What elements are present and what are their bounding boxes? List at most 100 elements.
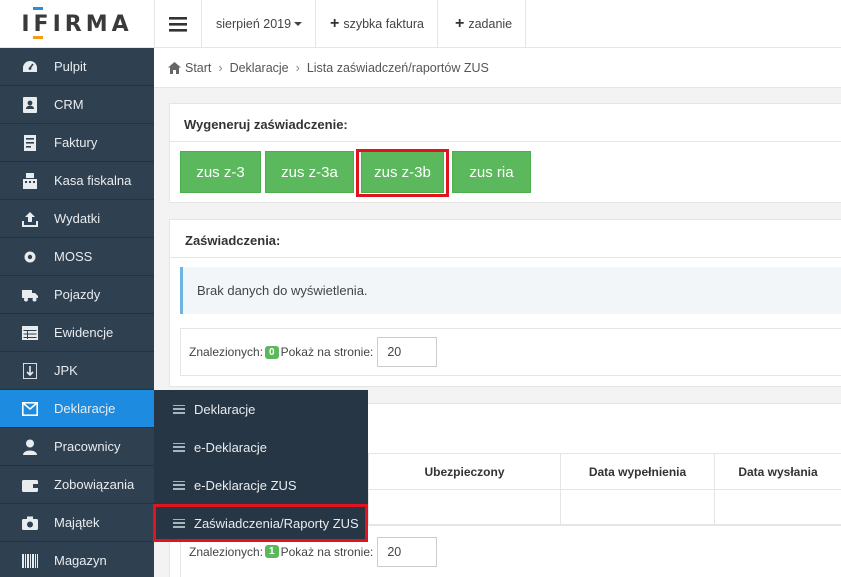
camera-icon (22, 515, 38, 531)
sidebar-item-magazyn[interactable]: Magazyn (0, 542, 154, 577)
zus-z3a-button[interactable]: zus z-3a (265, 151, 354, 193)
hamburger-icon (169, 16, 187, 32)
sidebar-item-label: Wydatki (54, 211, 101, 226)
sidebar-item-deklaracje[interactable]: Deklaracje (0, 390, 154, 428)
sidebar-item-pojazdy[interactable]: Pojazdy (0, 276, 154, 314)
period-dropdown[interactable]: sierpień 2019 (203, 0, 317, 48)
certificates-pagination: Znalezionych: 0 Pokaż na stronie: 20 (180, 328, 841, 376)
certificates-title: Zaświadczenia: (185, 233, 281, 248)
sidebar-item-label: Pulpit (54, 59, 87, 74)
plus-icon: + (330, 15, 340, 32)
sidebar-item-label: Faktury (54, 135, 98, 150)
truck-icon (22, 287, 38, 303)
sidebar-item-crm[interactable]: CRM (0, 86, 154, 124)
table-cell (714, 490, 841, 525)
plus-icon: + (455, 15, 465, 32)
sidebar-item-wydatki[interactable]: Wydatki (0, 200, 154, 238)
sidebar-item-kasa-fiskalna[interactable]: Kasa fiskalna (0, 162, 154, 200)
jpk-icon (22, 362, 38, 379)
cash-register-icon (22, 172, 38, 189)
per-page-label: Pokaż na stronie: (280, 345, 374, 359)
breadcrumb: Start › Deklaracje › Lista zaświadczeń/r… (154, 48, 841, 88)
column-header-data-wypelnienia[interactable]: Data wypełnienia (560, 453, 715, 490)
sidebar-item-faktury[interactable]: Faktury (0, 124, 154, 162)
sidebar-item-pulpit[interactable]: Pulpit (0, 48, 154, 86)
highlight-zus-z3b (356, 149, 449, 197)
sidebar-item-label: MOSS (54, 249, 93, 264)
sidebar-item-label: Zobowiązania (54, 477, 135, 492)
sidebar-item-majatek[interactable]: Majątek (0, 504, 154, 542)
quick-invoice-label: szybka faktura (343, 17, 424, 31)
per-page-input[interactable]: 20 (377, 337, 438, 367)
sidebar-item-label: Majątek (54, 515, 100, 530)
sidebar-item-label: Pojazdy (54, 287, 101, 302)
sidebar-item-pracownicy[interactable]: Pracownicy (0, 428, 154, 466)
breadcrumb-separator: › (218, 60, 223, 75)
logo-accent-top (33, 7, 43, 10)
panel-divider (170, 257, 841, 258)
empty-message: Brak danych do wyświetlenia. (197, 283, 368, 298)
sidebar-item-zobowiazania[interactable]: Zobowiązania (0, 466, 154, 504)
moss-icon (22, 249, 38, 265)
logo-text: IFIRMA (21, 11, 133, 37)
list-icon (173, 442, 185, 452)
sidebar-item-label: CRM (54, 97, 84, 112)
barcode-icon (22, 553, 38, 569)
sidebar: Pulpit CRM Faktury Kasa fiskalna Wydatki… (0, 48, 154, 577)
period-label: sierpień 2019 (216, 17, 292, 31)
hamburger-menu-button[interactable] (154, 0, 202, 48)
zus-z3-button[interactable]: zus z-3 (180, 151, 261, 193)
zus-ria-button[interactable]: zus ria (452, 151, 531, 193)
contact-card-icon (22, 96, 38, 113)
sidebar-item-jpk[interactable]: JPK (0, 352, 154, 390)
submenu-item-label: Deklaracje (194, 401, 256, 417)
breadcrumb-current: Lista zaświadczeń/raportów ZUS (306, 60, 489, 75)
quick-invoice-button[interactable]: + szybka faktura (317, 0, 438, 48)
sidebar-item-label: Magazyn (54, 553, 107, 568)
found-label: Znalezionych: (189, 544, 264, 559)
found-count-badge: 1 (265, 545, 279, 558)
per-page-label: Pokaż na stronie: (280, 544, 374, 559)
wallet-icon (22, 477, 38, 493)
generate-title: Wygeneruj zaświadczenie: (184, 117, 348, 132)
sidebar-item-label: Ewidencje (54, 325, 114, 340)
user-icon (22, 439, 38, 455)
breadcrumb-deklaracje-link[interactable]: Deklaracje (230, 61, 289, 75)
sidebar-item-label: JPK (54, 363, 78, 378)
caret-down-icon (294, 22, 303, 26)
list-icon (173, 480, 185, 490)
submenu-item-deklaracje[interactable]: Deklaracje (154, 390, 368, 428)
submenu-item-e-deklaracje[interactable]: e-Deklaracje (154, 428, 368, 466)
sidebar-item-moss[interactable]: MOSS (0, 238, 154, 276)
breadcrumb-separator: › (295, 60, 300, 75)
per-page-input[interactable]: 20 (377, 536, 438, 567)
table-cell (560, 490, 715, 525)
column-header-data-wyslania[interactable]: Data wysłania (714, 453, 841, 490)
logo-accent-bottom (33, 36, 43, 39)
invoice-icon (22, 134, 38, 151)
empty-info-box: Brak danych do wyświetlenia. (180, 267, 841, 314)
submenu-item-e-deklaracje-zus[interactable]: e-Deklaracje ZUS (154, 466, 368, 504)
highlight-zaswiadczenia-raporty (153, 504, 368, 542)
dashboard-icon (22, 59, 38, 75)
found-count-badge: 0 (265, 345, 279, 359)
column-header-ubezpieczony[interactable]: Ubezpieczony (368, 453, 561, 490)
add-task-label: zadanie (468, 17, 513, 31)
add-task-button[interactable]: + zadanie (442, 0, 527, 48)
sidebar-item-label: Kasa fiskalna (54, 173, 132, 188)
top-bar: IFIRMA sierpień 2019 + szybka faktura + … (0, 0, 841, 48)
upload-icon (22, 211, 38, 227)
found-label: Znalezionych: (189, 345, 264, 359)
panel-divider (170, 141, 841, 142)
submenu-item-label: e-Deklaracje (194, 439, 267, 455)
table-icon (22, 325, 38, 341)
list-icon (173, 404, 185, 414)
sidebar-item-label: Deklaracje (54, 401, 116, 416)
envelope-icon (22, 401, 38, 417)
sidebar-item-label: Pracownicy (54, 439, 121, 454)
logo[interactable]: IFIRMA (0, 0, 154, 48)
home-icon (168, 61, 181, 74)
table-cell (368, 490, 561, 525)
breadcrumb-start-link[interactable]: Start (185, 61, 211, 75)
sidebar-item-ewidencje[interactable]: Ewidencje (0, 314, 154, 352)
